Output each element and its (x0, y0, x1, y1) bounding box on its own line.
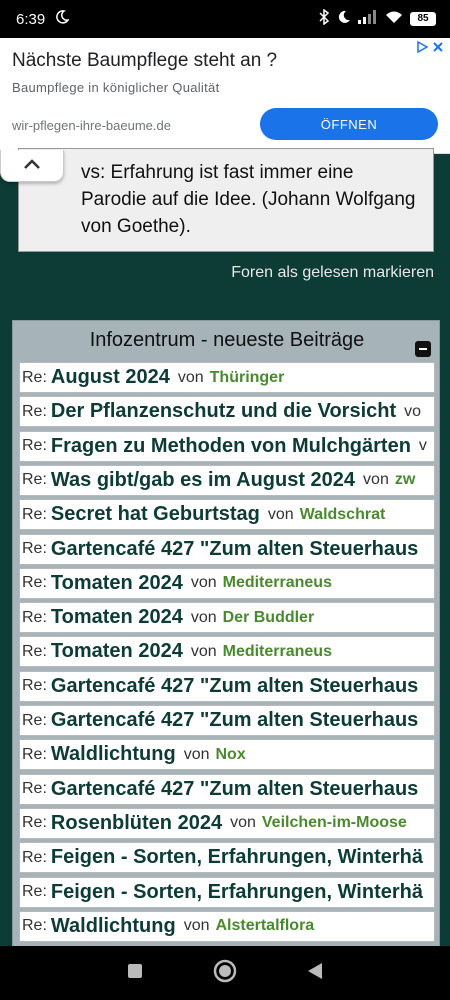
row-author-link[interactable]: Mediterraneus (223, 574, 332, 592)
row-topic-link[interactable]: Tomaten 2024 (51, 572, 183, 595)
list-item[interactable]: Re: Rosenblüten 2024 von Veilchen-im-Moose (19, 807, 435, 839)
row-topic-link[interactable]: Rosenblüten 2024 (51, 812, 222, 835)
battery-icon: 85 (410, 12, 436, 26)
row-prefix: Re: (22, 780, 47, 798)
home-icon[interactable] (213, 959, 237, 988)
row-von: von (177, 368, 204, 386)
list-item[interactable]: Re: Waldlichtung von Alstertalflora (19, 910, 435, 942)
row-prefix: Re: (22, 608, 47, 626)
row-topic-link[interactable]: August 2024 (51, 366, 170, 389)
row-topic-link[interactable]: Gartencafé 427 "Zum alten Steuerhaus (51, 538, 418, 561)
row-von: von (363, 471, 389, 489)
row-von: von (190, 642, 217, 660)
wifi-icon (385, 10, 403, 28)
back-icon[interactable] (307, 962, 323, 985)
row-author-link[interactable]: Nox (216, 746, 246, 764)
row-topic-link[interactable]: Fragen zu Methoden von Mulchgärten (51, 435, 411, 458)
row-author-link[interactable]: Der Buddler (223, 609, 315, 627)
row-prefix: Re: (22, 745, 47, 763)
row-prefix: Re: (22, 814, 47, 832)
row-topic-link[interactable]: Waldlichtung (51, 743, 176, 766)
row-author-link[interactable]: Mediterraneus (223, 643, 332, 661)
row-prefix: Re: (22, 437, 47, 455)
row-prefix: Re: (22, 540, 47, 557)
row-von: von (267, 505, 294, 523)
do-not-disturb-icon (337, 10, 351, 28)
close-icon[interactable] (432, 40, 444, 58)
row-von: von (190, 574, 217, 592)
list-item[interactable]: Re: Gartencafé 427 "Zum alten Steuerhaus (19, 705, 435, 736)
row-prefix: Re: (22, 711, 47, 729)
list-item[interactable]: Re: Secret hat Geburtstag von Waldschrat (19, 499, 435, 531)
list-item[interactable]: Re: Was gibt/gab es im August 2024 von zw (19, 464, 435, 496)
row-topic-link[interactable]: Secret hat Geburtstag (51, 503, 260, 526)
row-topic-link[interactable]: Feigen - Sorten, Erfahrungen, Winterhä (51, 881, 423, 904)
row-topic-link[interactable]: Gartencafé 427 "Zum alten Steuerhaus (51, 709, 418, 732)
row-von: v (418, 437, 427, 455)
list-item[interactable]: Re: Gartencafé 427 "Zum alten Steuerhaus (19, 773, 435, 805)
recents-icon[interactable] (127, 963, 143, 984)
ad-open-button[interactable]: ÖFFNEN (260, 108, 438, 140)
row-topic-link[interactable]: Gartencafé 427 "Zum alten Steuerhaus (51, 675, 418, 698)
bluetooth-icon (318, 8, 330, 29)
info-panel: Infozentrum - neueste Beiträge Re: August… (12, 320, 440, 960)
row-topic-link[interactable]: Was gibt/gab es im August 2024 (51, 469, 355, 492)
row-prefix: Re: (22, 574, 47, 592)
list-item[interactable]: Re: Tomaten 2024 von Der Buddler (19, 602, 435, 634)
row-prefix: Re: (22, 848, 47, 866)
signal-icon (358, 10, 378, 28)
list-item[interactable]: Re: Gartencafé 427 "Zum alten Steuerhaus (19, 670, 435, 702)
row-topic-link[interactable]: Tomaten 2024 (51, 606, 183, 629)
ad-title[interactable]: Nächste Baumpflege steht an ? (12, 50, 277, 72)
clock: 6:39 (16, 10, 46, 28)
row-topic-link[interactable]: Waldlichtung (51, 915, 176, 938)
row-prefix: Re: (22, 471, 47, 489)
row-topic-link[interactable]: Tomaten 2024 (51, 640, 183, 663)
quote-box: vs: Erfahrung ist fast immer eine Parodi… (18, 148, 434, 252)
list-item[interactable]: Re: Fragen zu Methoden von Mulchgärten v (19, 430, 435, 462)
row-author-link[interactable]: Veilchen-im-Moose (262, 814, 407, 832)
row-prefix: Re: (22, 677, 47, 695)
row-von: von (183, 745, 210, 763)
list-item[interactable]: Re: Der Pflanzenschutz und die Vorsicht vo (19, 396, 435, 428)
row-prefix: Re: (22, 883, 47, 900)
row-author-link[interactable]: Thüringer (210, 369, 285, 387)
ad-subtitle: Baumpflege in königlicher Qualität (12, 80, 220, 95)
adchoices-icon[interactable] (416, 40, 429, 58)
ad-choices[interactable] (416, 40, 444, 58)
status-bar: 6:39 85 (0, 0, 450, 38)
mark-forums-read-link[interactable]: Foren als gelesen markieren (231, 264, 434, 282)
quote-text: vs: Erfahrung ist fast immer eine Parodi… (81, 162, 416, 237)
list-item[interactable]: Re: Waldlichtung von Nox (19, 739, 435, 771)
row-topic-link[interactable]: Gartencafé 427 "Zum alten Steuerhaus (51, 778, 418, 801)
list-item[interactable]: Re: Feigen - Sorten, Erfahrungen, Winterh… (19, 876, 435, 908)
list-item[interactable]: Re: August 2024 von Thüringer (19, 362, 435, 393)
row-author-link[interactable]: zw (395, 471, 415, 489)
ad-url[interactable]: wir-pflegen-ihre-baeume.de (12, 118, 171, 133)
row-topic-link[interactable]: Feigen - Sorten, Erfahrungen, Winterhä (51, 846, 423, 869)
chevron-up-icon[interactable] (23, 157, 41, 175)
ad-collapse-button[interactable] (0, 150, 64, 182)
row-prefix: Re: (22, 642, 47, 660)
list-item[interactable]: Re: Tomaten 2024 von Mediterraneus (19, 636, 435, 668)
row-prefix: Re: (22, 402, 47, 420)
row-von: von (183, 917, 210, 935)
row-author-link[interactable]: Alstertalflora (216, 917, 315, 935)
row-von: vo (404, 402, 422, 420)
row-topic-link[interactable]: Der Pflanzenschutz und die Vorsicht (51, 400, 396, 423)
row-prefix: Re: (22, 368, 47, 386)
list-item[interactable]: Re: Feigen - Sorten, Erfahrungen, Winterh… (19, 842, 435, 874)
moon-icon (55, 10, 70, 28)
row-von: von (190, 608, 217, 626)
row-author-link[interactable]: Waldschrat (300, 506, 386, 524)
row-prefix: Re: (22, 505, 47, 523)
row-prefix: Re: (22, 917, 47, 935)
list-item[interactable]: Re: Gartencafé 427 "Zum alten Steuerhaus (19, 533, 435, 565)
panel-title: Infozentrum - neueste Beiträge (89, 328, 365, 351)
navigation-bar (0, 946, 450, 1000)
list-item[interactable]: Re: Tomaten 2024 von Mediterraneus (19, 567, 435, 599)
ad-banner[interactable]: Nächste Baumpflege steht an ? Baumpflege… (0, 38, 450, 154)
minus-icon[interactable] (415, 341, 431, 357)
row-von: von (230, 814, 256, 832)
